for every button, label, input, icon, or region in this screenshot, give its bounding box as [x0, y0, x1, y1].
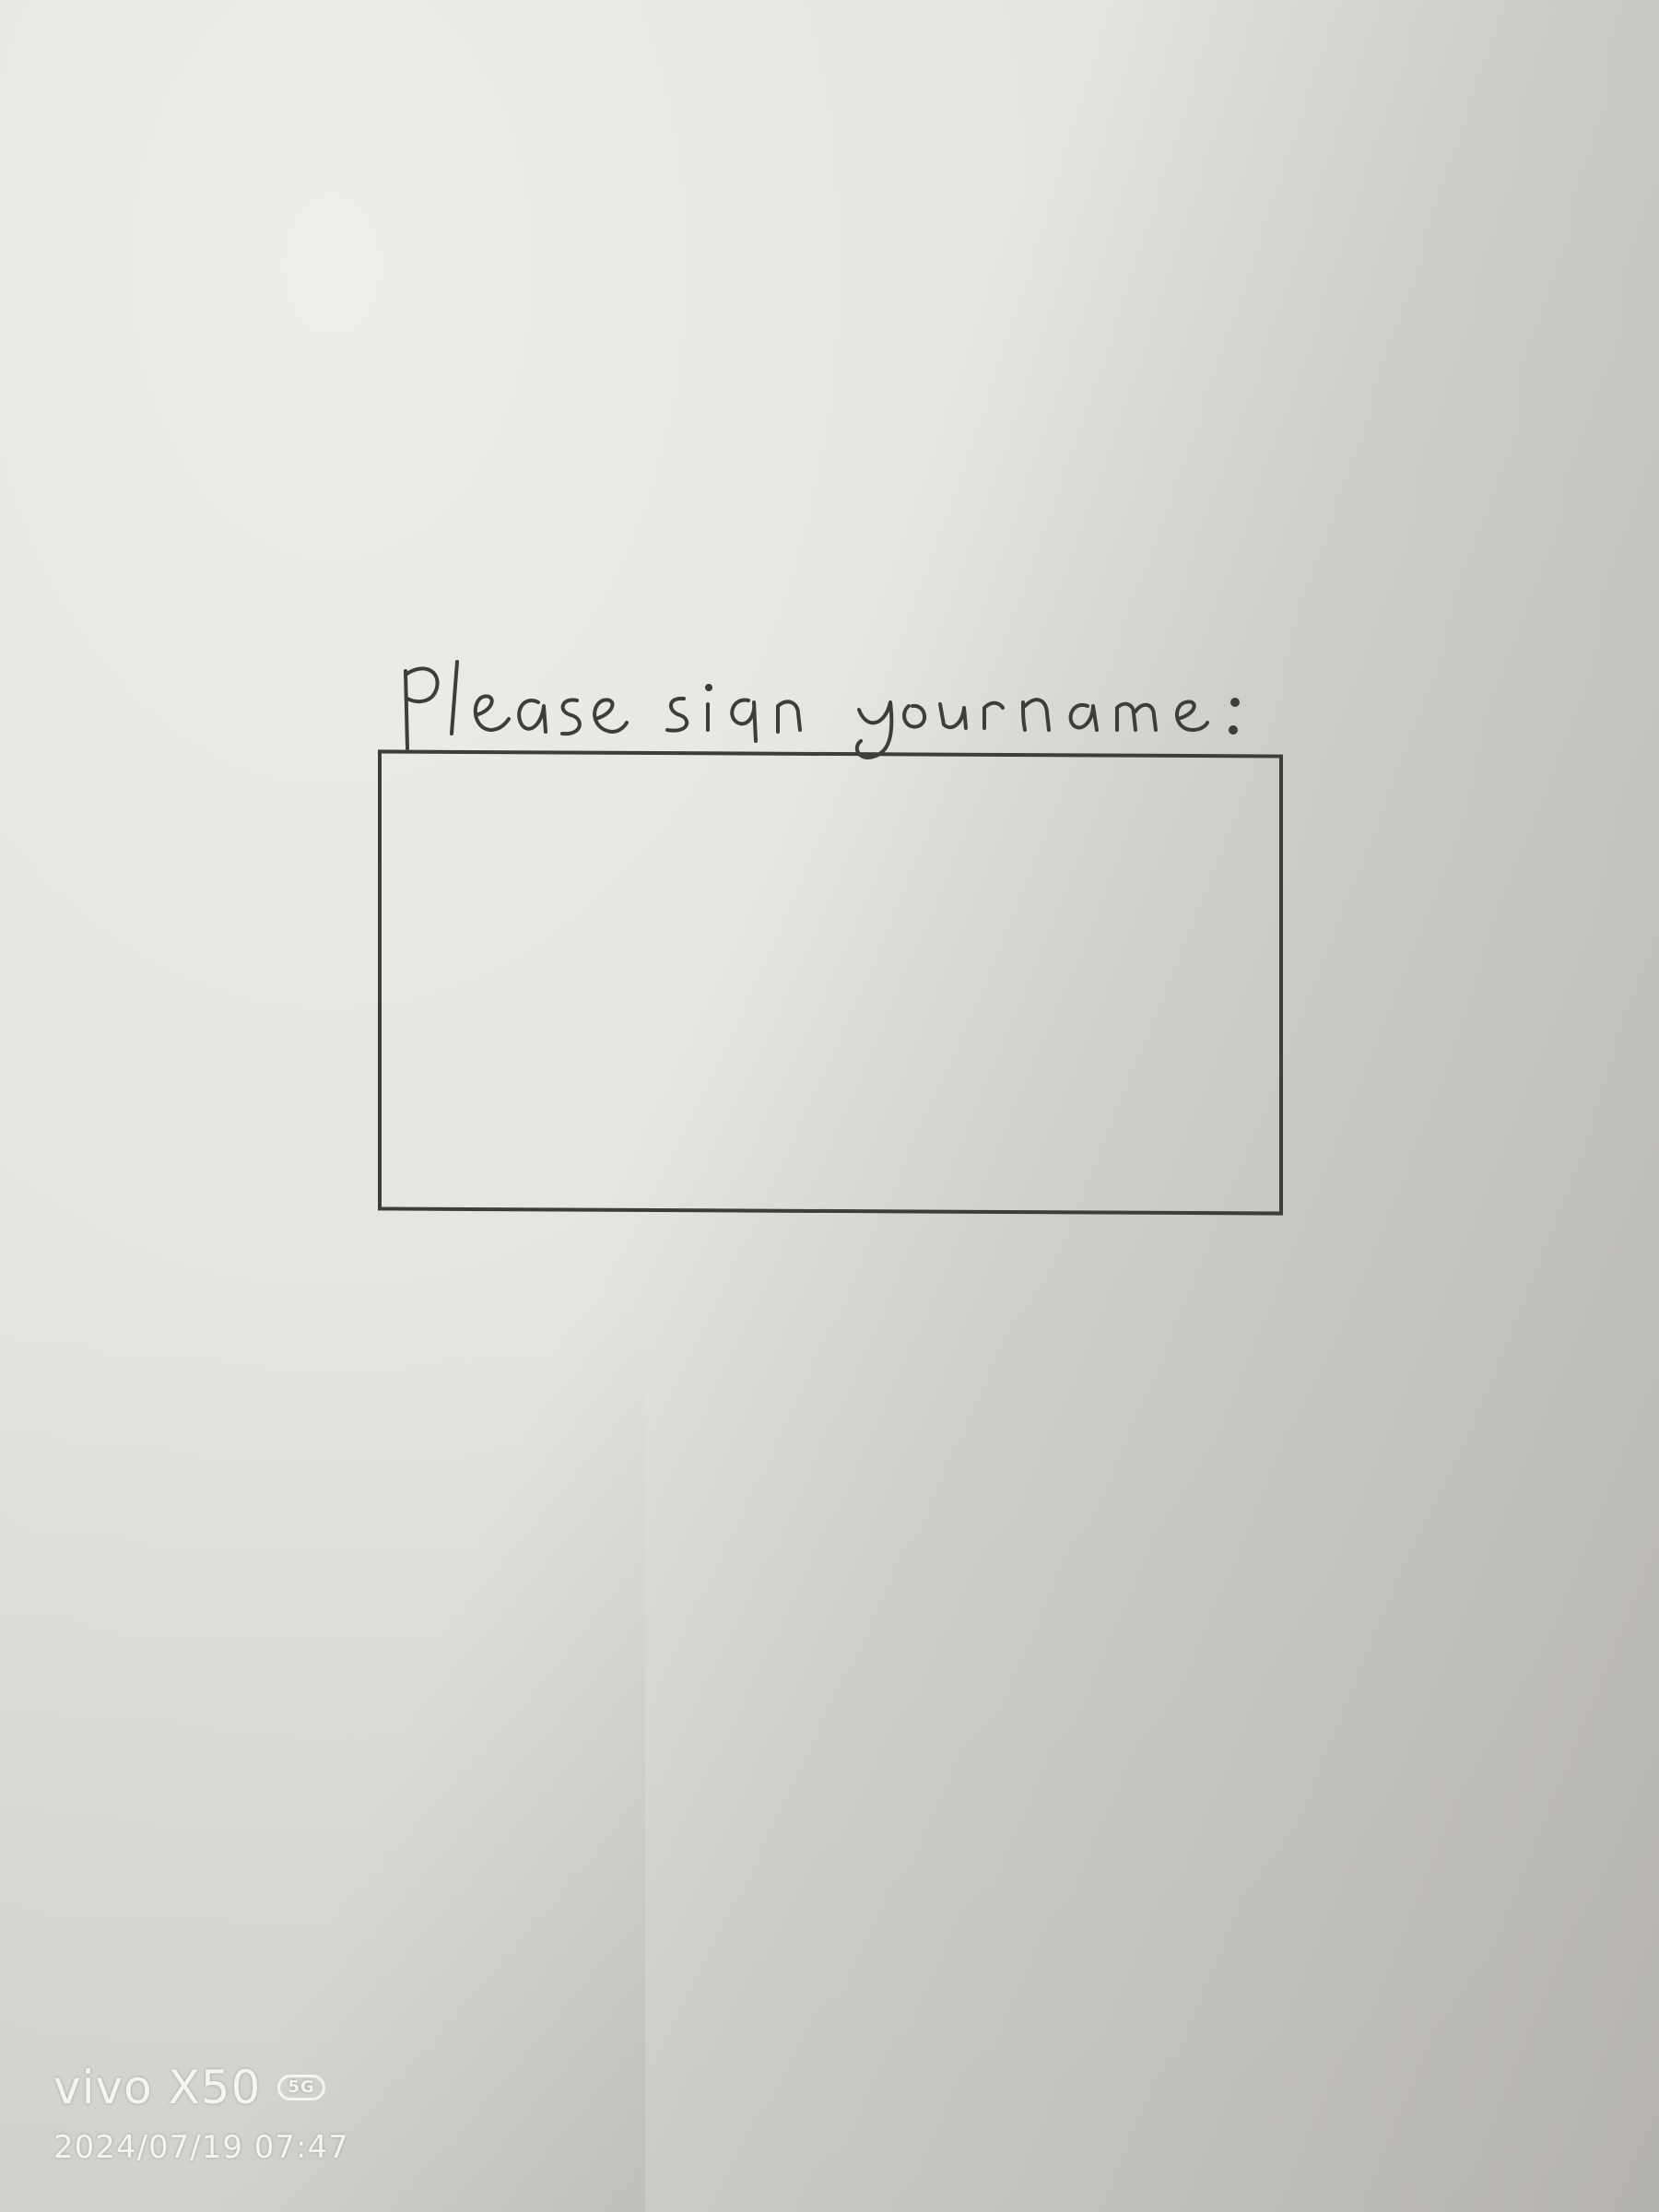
watermark-5g-badge: 5G	[277, 2075, 325, 2100]
watermark-datetime: 2024/07/19 07:47	[53, 2129, 349, 2166]
sign-prompt-handwriting	[387, 645, 1300, 765]
watermark-brand-text: vivo X50	[53, 2061, 262, 2114]
camera-watermark: vivo X50 5G 2024/07/19 07:47	[53, 2061, 349, 2166]
watermark-brand: vivo X50 5G	[53, 2061, 349, 2114]
signature-box[interactable]	[378, 749, 1283, 1216]
